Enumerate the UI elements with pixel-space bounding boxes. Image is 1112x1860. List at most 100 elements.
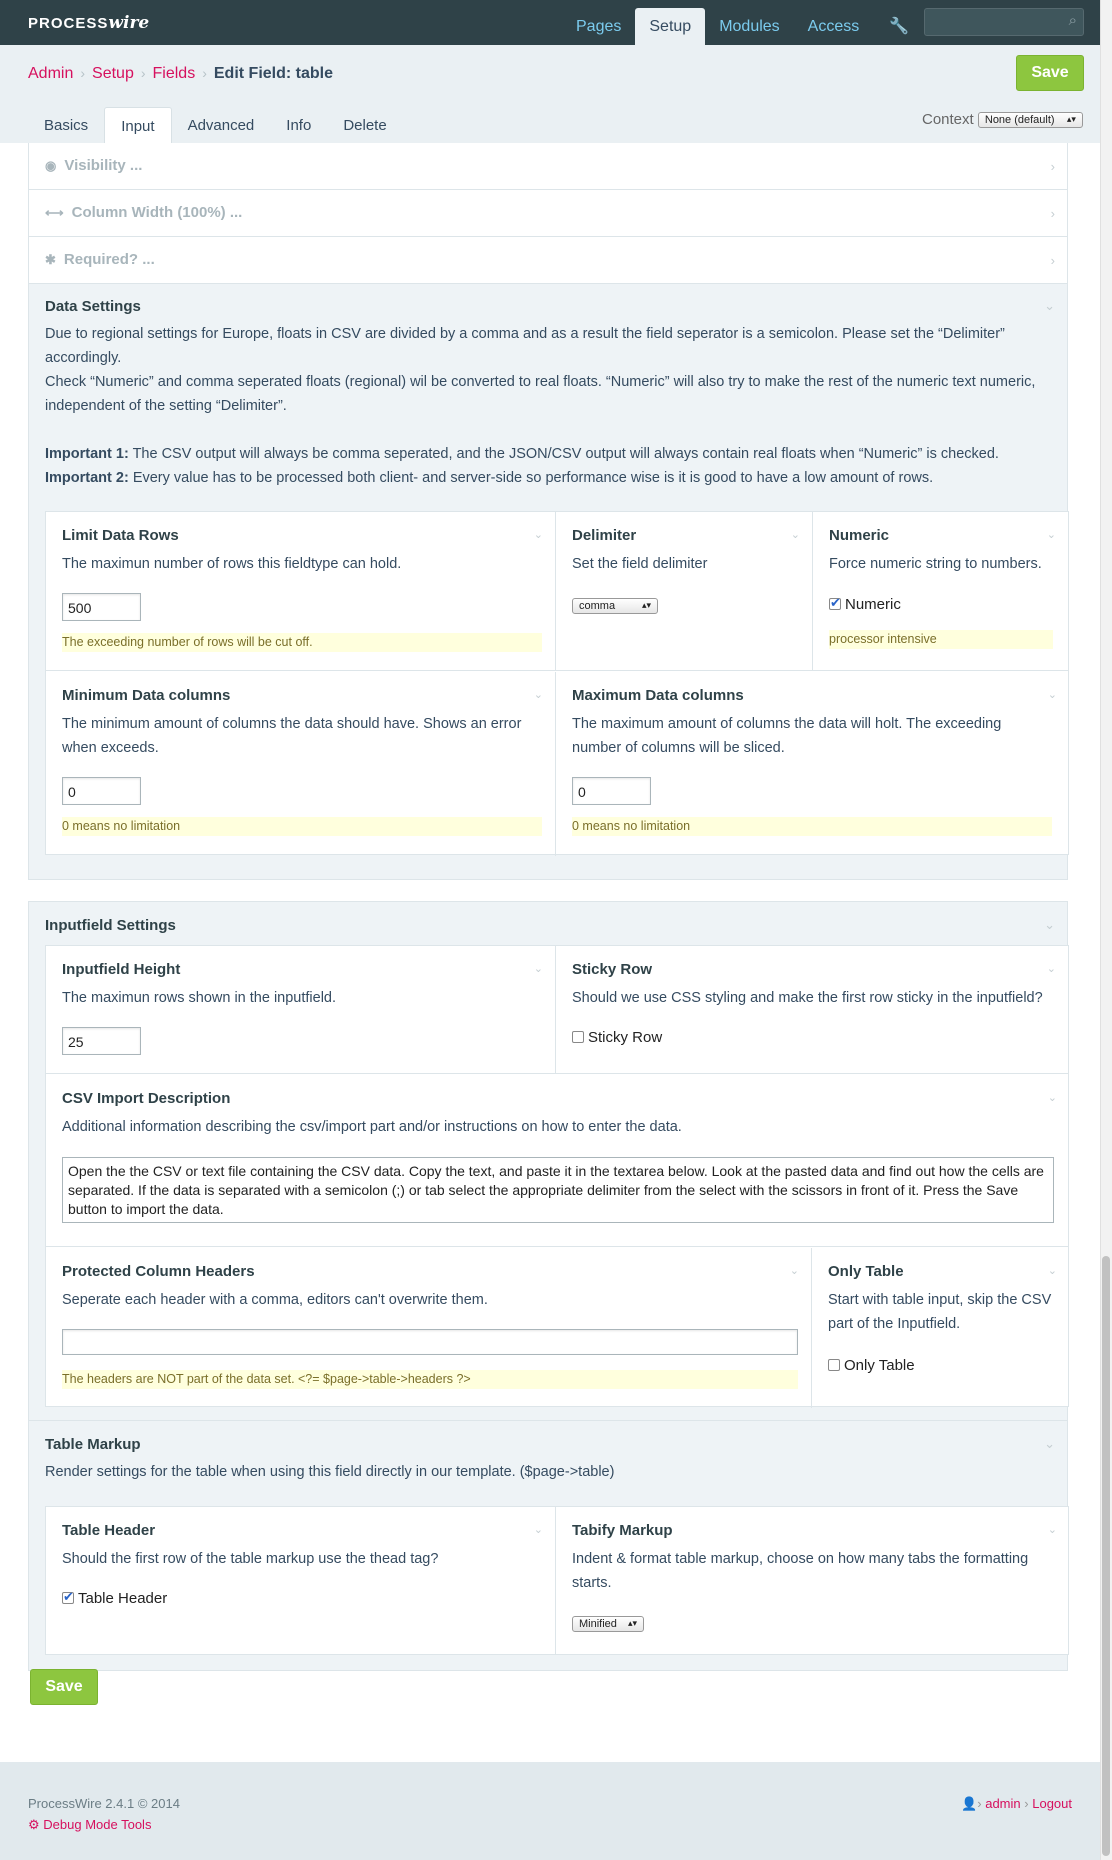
save-button-top[interactable]: Save xyxy=(1016,55,1084,91)
tab-bar: Basics Input Advanced Info Delete xyxy=(28,107,403,143)
masthead: PROCESSwire Pages Setup Modules Access 🔧… xyxy=(0,0,1112,45)
breadcrumb: Admin › Setup › Fields › Edit Field: table xyxy=(28,65,333,82)
data-settings-box: Limit Data Rows ⌄ The maximun number of … xyxy=(45,511,1069,856)
csv-import-textarea[interactable]: Open the the CSV or text file containing… xyxy=(62,1157,1054,1223)
required-section[interactable]: ✱ Required? ... › xyxy=(28,237,1068,284)
limit-rows-note: The exceeding number of rows will be cut… xyxy=(62,633,542,652)
table-header-field: Table Header ⌄ Should the first row of t… xyxy=(46,1507,556,1655)
asterisk-icon: ✱ xyxy=(45,252,56,267)
table-markup-title[interactable]: Table Markup xyxy=(45,1436,141,1453)
chevron-down-icon: ⌄ xyxy=(1046,963,1056,975)
chevron-right-icon: › xyxy=(1050,206,1055,221)
scrollbar-thumb[interactable] xyxy=(1102,1256,1110,1856)
arrows-h-icon: ⟷ xyxy=(45,205,64,220)
tab-advanced[interactable]: Advanced xyxy=(172,107,271,143)
only-table-checkbox[interactable]: Only Table xyxy=(828,1357,915,1374)
processwire-logo[interactable]: PROCESSwire xyxy=(28,13,149,33)
sticky-row-checkbox[interactable]: Sticky Row xyxy=(572,1029,662,1046)
nav-setup[interactable]: Setup xyxy=(635,8,706,45)
breadcrumb-fields[interactable]: Fields xyxy=(153,65,196,82)
user-nav: 👤› admin › Logout xyxy=(961,1796,1072,1811)
chevron-down-icon: ⌄ xyxy=(533,1524,543,1536)
min-cols-input[interactable]: 0 xyxy=(62,777,141,805)
top-nav: Pages Setup Modules Access 🔧 xyxy=(562,8,925,45)
only-table-field: Only Table ⌄ Start with table input, ski… xyxy=(828,1263,1057,1374)
context-select[interactable]: None (default) ▴▾ xyxy=(977,112,1083,129)
search-input[interactable]: ⌕ xyxy=(924,8,1084,36)
sticky-row-field: Sticky Row ⌄ Should we use CSS styling a… xyxy=(556,946,1069,1074)
tab-input[interactable]: Input xyxy=(104,107,172,143)
inputfield-height-field: Inputfield Height ⌄ The maximun rows sho… xyxy=(46,946,556,1074)
nav-access[interactable]: Access xyxy=(794,8,874,45)
chevron-down-icon: ⌄ xyxy=(1047,1524,1057,1536)
chevron-down-icon: ⌄ xyxy=(1047,1265,1057,1277)
max-cols-input[interactable]: 0 xyxy=(572,777,651,805)
breadcrumb-admin[interactable]: Admin xyxy=(28,65,73,82)
data-settings-fieldset: Data Settings ⌄ Due to regional settings… xyxy=(28,284,1069,880)
max-cols-field: Maximum Data columns ⌄ The maximum amoun… xyxy=(556,672,1069,856)
wrench-icon[interactable]: 🔧 xyxy=(873,8,925,45)
context-control: Context None (default) ▴▾ xyxy=(922,111,1083,129)
chevron-down-icon: ⌄ xyxy=(789,1265,799,1277)
save-button-bottom[interactable]: Save xyxy=(30,1669,98,1705)
data-settings-p2: Check “Numeric” and comma seperated floa… xyxy=(45,374,1036,414)
chevron-down-icon: ⌄ xyxy=(790,529,800,541)
delimiter-field: Delimiter ⌄ Set the field delimiter comm… xyxy=(556,512,813,671)
context-label: Context xyxy=(922,111,974,128)
eye-icon: ◉ xyxy=(45,158,57,173)
footer: ProcessWire 2.4.1 © 2014 ⚙ Debug Mode To… xyxy=(0,1762,1100,1860)
user-link[interactable]: admin xyxy=(985,1796,1020,1811)
inputfield-settings-fieldset: Inputfield Settings ⌄ Inputfield Height … xyxy=(28,901,1069,1421)
chevron-down-icon: ⌄ xyxy=(1046,529,1056,541)
table-markup-box: Table Header ⌄ Should the first row of t… xyxy=(45,1506,1069,1655)
table-header-checkbox[interactable]: Table Header xyxy=(62,1589,167,1607)
user-icon: 👤› xyxy=(961,1796,982,1811)
min-cols-field: Minimum Data columns ⌄ The minimum amoun… xyxy=(46,672,556,856)
chevron-down-icon: ⌄ xyxy=(533,529,543,541)
table-markup-desc: Render settings for the table when using… xyxy=(45,1464,615,1480)
inputfield-settings-title[interactable]: Inputfield Settings xyxy=(45,917,176,934)
protected-headers-note: The headers are NOT part of the data set… xyxy=(62,1370,798,1389)
min-cols-note: 0 means no limitation xyxy=(62,817,542,836)
delimiter-select[interactable]: comma ▴▾ xyxy=(572,598,658,614)
csv-import-field: CSV Import Description ⌄ Additional info… xyxy=(46,1075,1069,1247)
table-markup-fieldset: Table Markup ⌄ Render settings for the t… xyxy=(28,1421,1069,1671)
chevron-down-icon: ⌄ xyxy=(1047,1092,1057,1104)
tabify-select[interactable]: Minified ▴▾ xyxy=(572,1616,644,1632)
header-bar: Admin › Setup › Fields › Edit Field: table Sav… xyxy=(0,45,1112,143)
nav-pages[interactable]: Pages xyxy=(562,8,635,45)
tab-info[interactable]: Info xyxy=(270,107,327,143)
tab-basics[interactable]: Basics xyxy=(28,107,104,143)
data-settings-p1: Due to regional settings for Europe, flo… xyxy=(45,326,1005,366)
limit-rows-field: Limit Data Rows ⌄ The maximun number of … xyxy=(46,512,556,671)
page-title: Edit Field: table xyxy=(213,65,333,82)
numeric-note: processor intensive xyxy=(829,630,1053,649)
protected-headers-field: Protected Column Headers ⌄ Seperate each… xyxy=(46,1248,812,1408)
max-cols-note: 0 means no limitation xyxy=(572,817,1052,836)
numeric-checkbox[interactable]: Numeric xyxy=(829,595,901,613)
important-1: Important 1: The CSV output will always … xyxy=(45,446,999,462)
chevron-right-icon: › xyxy=(1050,159,1055,174)
limit-rows-input[interactable]: 500 xyxy=(62,593,141,621)
chevron-down-icon: ⌄ xyxy=(1044,298,1055,313)
protected-headers-input[interactable] xyxy=(62,1329,798,1355)
breadcrumb-setup[interactable]: Setup xyxy=(92,65,134,82)
tabify-markup-field: Tabify Markup ⌄ Indent & format table ma… xyxy=(572,1522,1057,1632)
gear-icon: ⚙ xyxy=(28,1817,40,1832)
version-text: ProcessWire 2.4.1 © 2014 xyxy=(28,1796,180,1811)
chevron-down-icon: ⌄ xyxy=(1044,1436,1055,1451)
chevron-down-icon: ⌄ xyxy=(533,963,543,975)
search-icon: ⌕ xyxy=(1068,12,1077,29)
logout-link[interactable]: Logout xyxy=(1032,1796,1072,1811)
chevron-down-icon: ⌄ xyxy=(1044,917,1055,932)
visibility-section[interactable]: ◉ Visibility ... › xyxy=(28,143,1068,190)
important-2: Important 2: Every value has to be proce… xyxy=(45,470,934,486)
nav-modules[interactable]: Modules xyxy=(705,8,793,45)
data-settings-title[interactable]: Data Settings xyxy=(45,298,141,315)
main-content: ◉ Visibility ... › ⟷ Column Width (100%) .… xyxy=(28,143,1069,1671)
column-width-section[interactable]: ⟷ Column Width (100%) ... › xyxy=(28,190,1068,237)
inputfield-height-input[interactable]: 25 xyxy=(62,1027,141,1055)
debug-mode-tools-link[interactable]: ⚙ Debug Mode Tools xyxy=(28,1817,151,1833)
tab-delete[interactable]: Delete xyxy=(327,107,402,143)
inputfield-settings-box: Inputfield Height ⌄ The maximun rows sho… xyxy=(45,945,1069,1408)
